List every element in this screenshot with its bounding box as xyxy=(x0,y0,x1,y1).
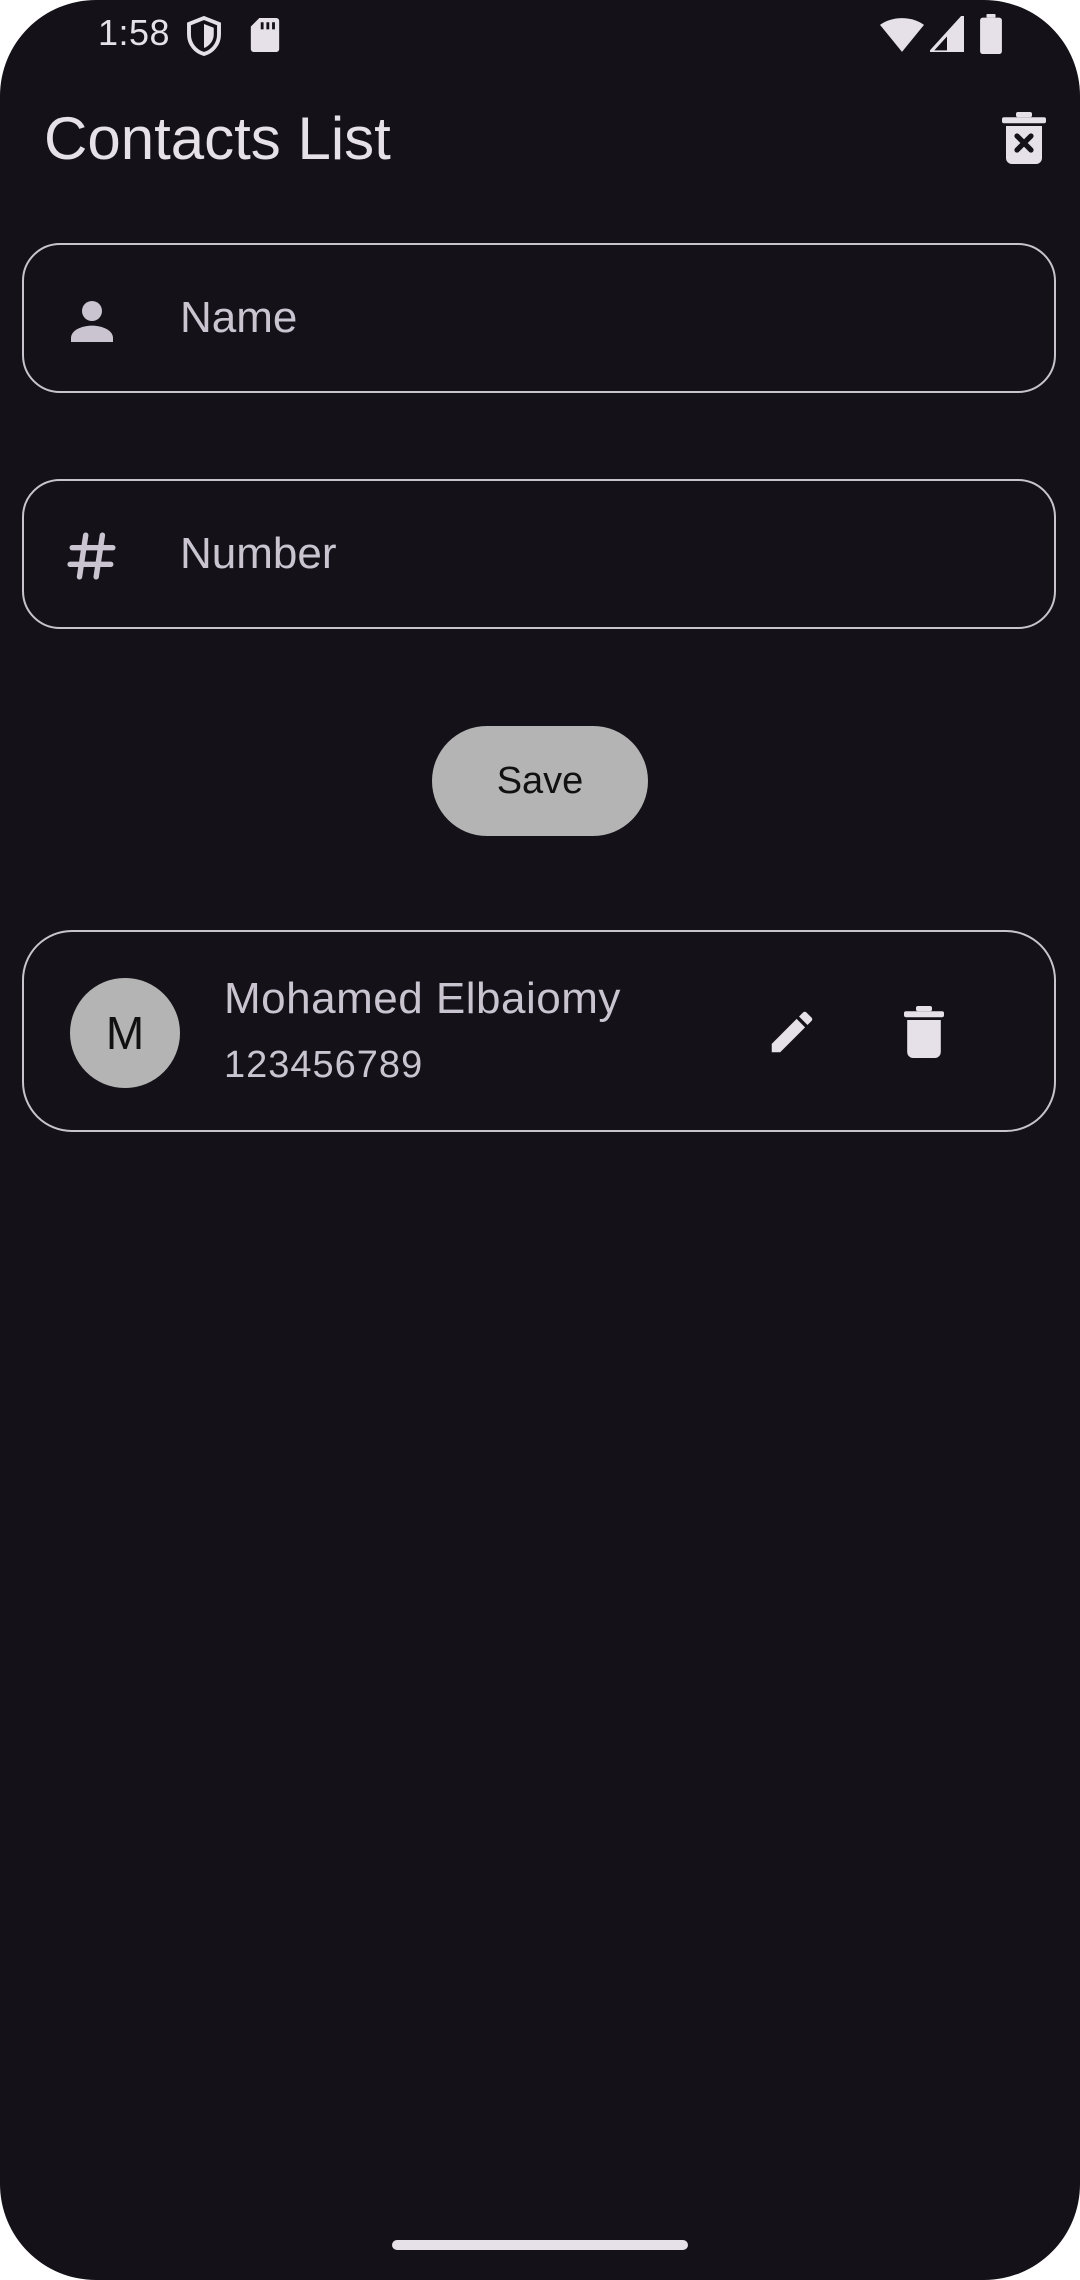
signal-icon xyxy=(926,11,965,57)
number-field[interactable] xyxy=(22,479,1056,629)
edit-contact-button[interactable] xyxy=(750,990,834,1074)
name-field[interactable] xyxy=(22,243,1056,393)
delete-all-button[interactable] xyxy=(992,106,1056,170)
edit-icon xyxy=(771,1011,813,1053)
home-indicator[interactable] xyxy=(392,2240,688,2250)
delete-icon xyxy=(904,1006,944,1058)
person-icon xyxy=(62,290,122,350)
page-title: Contacts List xyxy=(44,105,391,172)
status-bar: 1:58 xyxy=(0,0,1080,70)
app-bar: Contacts List xyxy=(0,90,1080,190)
contact-name: Mohamed Elbaiomy xyxy=(224,974,621,1023)
avatar: M xyxy=(70,978,180,1088)
contact-number: 123456789 xyxy=(224,1044,424,1086)
save-button[interactable]: Save xyxy=(432,726,648,836)
screen: 1:58 Contacts List Name Number Save M Mo… xyxy=(0,0,1080,2280)
sd-card-icon xyxy=(250,18,280,57)
status-time: 1:58 xyxy=(98,12,171,53)
hash-icon xyxy=(62,526,122,586)
delete-contact-button[interactable] xyxy=(882,990,966,1074)
contact-card: M Mohamed Elbaiomy 123456789 xyxy=(22,930,1056,1132)
wifi-icon xyxy=(880,18,924,57)
shield-icon xyxy=(186,15,222,61)
battery-icon xyxy=(980,14,1002,59)
delete-forever-icon xyxy=(1002,112,1046,164)
number-input[interactable] xyxy=(156,481,1024,627)
name-input[interactable] xyxy=(156,245,1024,391)
